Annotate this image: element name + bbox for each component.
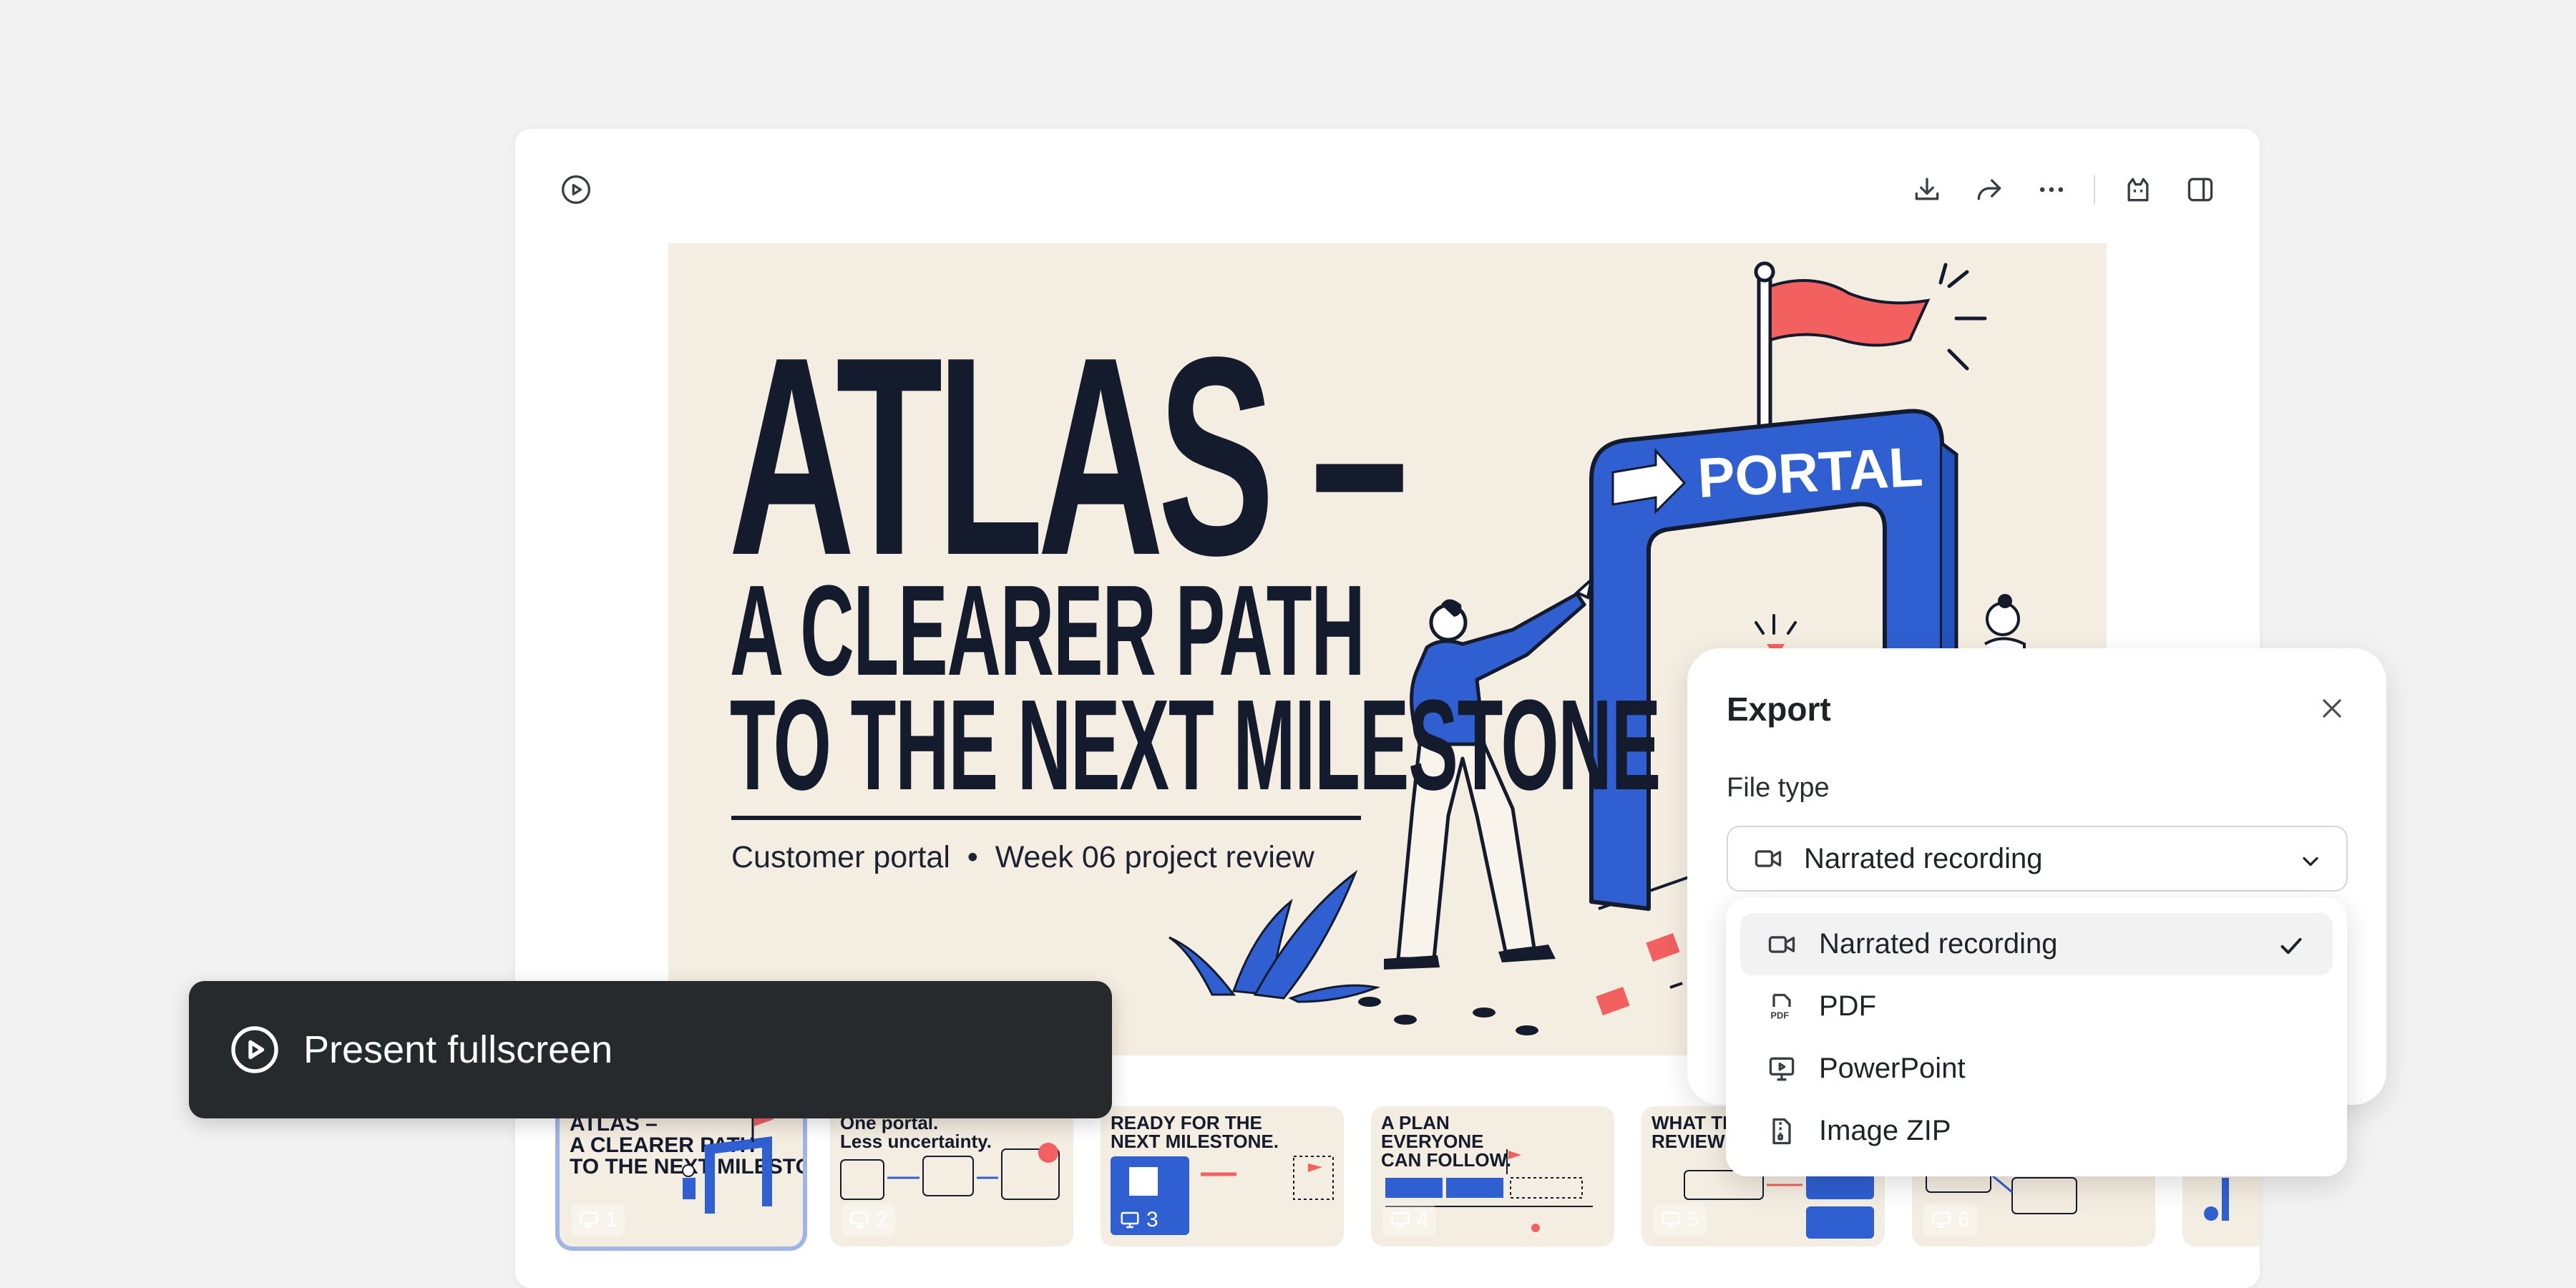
thumbnail-number: 1 [571, 1204, 625, 1236]
presentation-icon [580, 1211, 598, 1229]
thumbnail-number: 3 [1112, 1204, 1166, 1236]
video-camera-icon [1755, 850, 1782, 867]
thumbnail-number: 4 [1382, 1204, 1436, 1236]
thumbnail-number-label: 5 [1687, 1208, 1699, 1231]
toolbar-actions [1896, 157, 2231, 222]
file-type-selected-value: Narrated recording [1804, 842, 2043, 874]
slide-divider [731, 816, 1361, 820]
share-button[interactable] [1958, 157, 2020, 222]
thumbnail-number-label: 6 [1958, 1208, 1970, 1231]
present-fullscreen-label: Present fullscreen [303, 1028, 613, 1071]
slide-title-line-3: TO THE NEXT MILESTONE [730, 673, 1661, 817]
thumbnail-number: 2 [841, 1204, 895, 1236]
thumbnail-number: 5 [1653, 1204, 1707, 1236]
option-label: PowerPoint [1819, 1053, 1966, 1084]
file-type-label: File type [1727, 773, 1830, 803]
slide-title-line-1: ATLAS – [728, 298, 1408, 614]
presentation-icon [850, 1211, 869, 1229]
presentation-icon [1121, 1211, 1139, 1229]
present-fullscreen-button[interactable]: Present fullscreen [189, 981, 1112, 1118]
slide-thumbnail-3[interactable]: READY FOR THE NEXT MILESTONE. 3 [1101, 1106, 1344, 1246]
thumbnail-number: 6 [1923, 1204, 1977, 1236]
thumbnail-number-label: 3 [1146, 1208, 1158, 1231]
option-label: PDF [1819, 990, 1876, 1022]
presentation-icon [1391, 1211, 1410, 1229]
assistant-icon [2127, 177, 2148, 202]
toolbar-divider [2094, 175, 2095, 204]
zip-file-icon [1772, 1118, 1791, 1144]
play-circle-icon [562, 175, 590, 204]
play-circle-icon [231, 1026, 278, 1073]
file-type-dropdown: Narrated recording PDF PDF PowerPoint Im… [1726, 897, 2347, 1176]
slide-thumbnail-2[interactable]: One portal. Less uncertainty. 2 [830, 1106, 1073, 1246]
download-button[interactable] [1896, 157, 1958, 222]
presentation-icon [1662, 1211, 1680, 1229]
pdf-file-icon: PDF [1770, 993, 1791, 1020]
share-icon [1977, 179, 2001, 200]
file-type-select[interactable]: Narrated recording [1727, 826, 2348, 892]
app-frame: PORTAL ATLAS – A CLEARER PATH TO THE NEX… [0, 0, 2576, 1288]
option-powerpoint[interactable]: PowerPoint [1740, 1038, 2333, 1100]
presentation-icon [1769, 1057, 1795, 1080]
option-image-zip[interactable]: Image ZIP [1740, 1100, 2333, 1162]
option-narrated-recording[interactable]: Narrated recording [1740, 913, 2333, 975]
download-icon [1915, 177, 1938, 200]
presentation-icon [1932, 1211, 1951, 1229]
video-camera-icon [1768, 935, 1795, 953]
thumbnail-number-label: 2 [876, 1208, 888, 1231]
more-button[interactable] [2020, 157, 2082, 222]
chevron-down-icon [2303, 857, 2318, 867]
export-title: Export [1727, 691, 1831, 728]
checkmark-icon [2280, 937, 2302, 955]
slide-thumbnail-1[interactable]: ATLAS – A CLEARER PATH TO THE NEXT MILES… [560, 1106, 803, 1246]
slide-thumbnail-4[interactable]: A PLAN EVERYONE CAN FOLLOW. 4 [1371, 1106, 1614, 1246]
svg-text:PDF: PDF [1770, 1010, 1789, 1020]
thumbnail-number-label: 1 [605, 1208, 618, 1231]
close-icon [2323, 699, 2341, 718]
option-label: Narrated recording [1819, 928, 2058, 960]
more-icon [2039, 187, 2063, 192]
option-label: Image ZIP [1819, 1115, 1951, 1146]
portal-sign-text: PORTAL [1696, 435, 1924, 509]
option-pdf[interactable]: PDF PDF [1740, 975, 2333, 1038]
assistant-button[interactable] [2107, 157, 2169, 222]
thumbnail-number-label: 4 [1417, 1208, 1429, 1231]
close-button[interactable] [2316, 693, 2348, 724]
sidebar-toggle-button[interactable] [2169, 157, 2231, 222]
sidebar-toggle-icon [2187, 177, 2212, 202]
play-button[interactable] [544, 157, 608, 222]
slide-subtitle: Customer portal • Week 06 project review [731, 840, 1314, 874]
